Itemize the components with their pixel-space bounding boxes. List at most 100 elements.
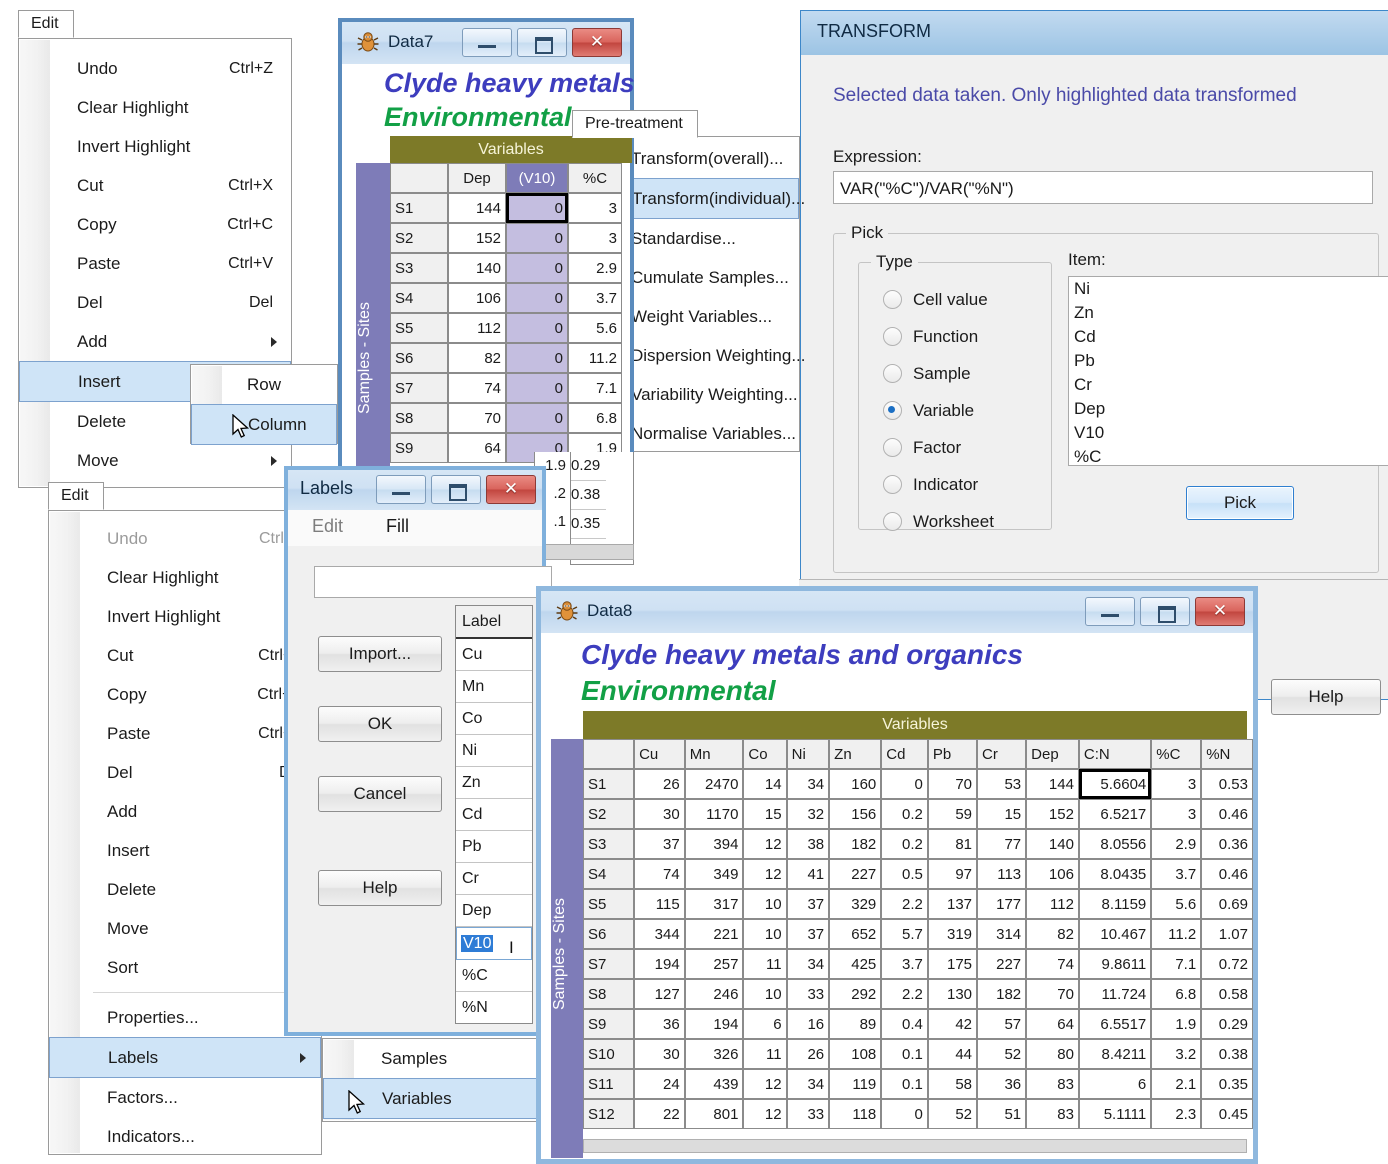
data8-cell[interactable]: 119 — [829, 1069, 882, 1099]
data8-col-c-n[interactable]: C:N — [1078, 739, 1152, 769]
data8-cell[interactable]: 0.35 — [1201, 1069, 1253, 1099]
data8-cell[interactable]: 8.1159 — [1078, 889, 1152, 919]
data8-row-label-s5[interactable]: S5 — [583, 889, 635, 919]
radio-cell-value[interactable]: Cell value — [883, 281, 1047, 318]
data8-cell[interactable]: 177 — [977, 889, 1027, 919]
radio-sample[interactable]: Sample — [883, 355, 1047, 392]
data8-cell[interactable]: 106 — [1026, 859, 1079, 889]
data8-cell[interactable]: 319 — [927, 919, 978, 949]
data8-cell[interactable]: 83 — [1026, 1099, 1079, 1129]
data8-cell[interactable]: 0.58 — [1201, 979, 1253, 1009]
item-zn[interactable]: Zn — [1069, 301, 1388, 325]
data7-cell[interactable]: 106 — [448, 283, 506, 313]
data8-cell[interactable]: 3.7 — [1151, 859, 1202, 889]
data7-cell[interactable]: 3 — [568, 193, 622, 223]
pick-button[interactable]: Pick — [1186, 486, 1294, 520]
data8-cell[interactable]: 329 — [829, 889, 882, 919]
edit-menu-2-tab[interactable]: Edit — [48, 482, 104, 510]
data8-cell[interactable]: 12 — [743, 859, 787, 889]
data8-hscrollbar[interactable] — [583, 1139, 1247, 1153]
data7-row-label-s1[interactable]: S1 — [390, 193, 448, 223]
data7-cell[interactable]: 3 — [568, 223, 622, 253]
menu2-item-clear-highlight[interactable]: Clear Highlight — [49, 558, 321, 597]
data8-cell[interactable]: 113 — [977, 859, 1027, 889]
labels-text-input[interactable] — [314, 566, 552, 598]
table-row[interactable]: S6 344 221 10 37 652 5.7 319 314 82 10.467 11.2 1.07 — [583, 919, 1253, 949]
data8-cell[interactable]: 7.1 — [1151, 949, 1202, 979]
data8-cell[interactable]: 38 — [786, 829, 830, 859]
data8-cell[interactable]: 6.5217 — [1078, 799, 1152, 829]
data8-cell[interactable]: 11.2 — [1151, 919, 1202, 949]
data8-cell[interactable]: 2.2 — [881, 889, 928, 919]
data7-tail-cell[interactable]: 0.35 — [571, 510, 607, 539]
submenu-item-row[interactable]: Row — [191, 365, 337, 404]
data8-cell[interactable]: 182 — [829, 829, 882, 859]
data8-cell[interactable]: 11 — [743, 1039, 787, 1069]
menu2-item-properties[interactable]: Properties... — [49, 998, 321, 1037]
table-row[interactable]: S1 26 2470 14 34 160 0 70 53 144 5.6604 3 0.53 — [583, 769, 1253, 799]
data7-row-label-s7[interactable]: S7 — [390, 373, 448, 403]
data7-cell[interactable]: 0 — [506, 253, 568, 283]
radio-function[interactable]: Function — [883, 318, 1047, 355]
menu2-item-delete[interactable]: Delete — [49, 870, 321, 909]
data8-cell[interactable]: 227 — [829, 859, 882, 889]
data8-cell[interactable]: 74 — [634, 859, 685, 889]
data7-cell[interactable]: 140 — [448, 253, 506, 283]
data8-cell[interactable]: 5.7 — [881, 919, 928, 949]
data7-cell[interactable]: 2.9 — [568, 253, 622, 283]
data8-cell[interactable]: 58 — [927, 1069, 978, 1099]
radio-variable[interactable]: Variable — [883, 392, 1047, 429]
data8-row-label-s3[interactable]: S3 — [583, 829, 635, 859]
item-listbox[interactable]: Ni Zn Cd Pb Cr Dep V10 %C %N — [1068, 276, 1388, 466]
data8-cell[interactable]: 81 — [927, 829, 978, 859]
menu2-item-sort[interactable]: Sort — [49, 948, 321, 987]
data8-cell[interactable]: 16 — [786, 1009, 830, 1039]
data8-cell[interactable]: 182 — [977, 979, 1027, 1009]
labels-list-item-editing[interactable]: V10 I — [456, 927, 532, 960]
data8-cell-selected[interactable]: 5.6604 — [1078, 769, 1152, 799]
menu2-item-indicators[interactable]: Indicators... — [49, 1117, 321, 1156]
table-row[interactable]: S7 194 257 11 34 425 3.7 175 227 74 9.8611 7.1 0.72 — [583, 949, 1253, 979]
data8-cell[interactable]: 160 — [829, 769, 882, 799]
data8-cell[interactable]: 53 — [977, 769, 1027, 799]
data8-cell[interactable]: 41 — [786, 859, 830, 889]
menu-item-paste[interactable]: Paste Ctrl+V — [19, 244, 291, 283]
labels-list[interactable]: Label Cu Mn Co Ni Zn Cd Pb Cr Dep V10 I … — [455, 605, 533, 1024]
data8-cell[interactable]: 1.9 — [1151, 1009, 1202, 1039]
data8-cell[interactable]: 57 — [977, 1009, 1027, 1039]
data8-cell[interactable]: 9.8611 — [1078, 949, 1152, 979]
data7-cell[interactable]: 5.6 — [568, 313, 622, 343]
data8-cell[interactable]: 30 — [634, 1039, 685, 1069]
data8-cell[interactable]: 0.1 — [881, 1039, 928, 1069]
data8-cell[interactable]: 0 — [881, 769, 928, 799]
data8-cell[interactable]: 0.72 — [1201, 949, 1253, 979]
table-row[interactable]: S7 74 0 7.1 — [390, 373, 622, 403]
data7-cell[interactable]: 64 — [448, 433, 506, 463]
table-row[interactable]: S6 82 0 11.2 — [390, 343, 622, 373]
pretreatment-menu-tab[interactable]: Pre-treatment — [572, 110, 698, 138]
data7-row-label-s5[interactable]: S5 — [390, 313, 448, 343]
table-row[interactable]: S12 22 801 12 33 118 0 52 51 83 5.1111 2.3 0.45 — [583, 1099, 1253, 1129]
data8-cell[interactable]: 52 — [927, 1099, 978, 1129]
data8-row-label-s1[interactable]: S1 — [583, 769, 635, 799]
data8-cell[interactable]: 6.5517 — [1078, 1009, 1152, 1039]
data8-cell[interactable]: 59 — [927, 799, 978, 829]
data8-row-label-s12[interactable]: S12 — [583, 1099, 635, 1129]
data8-cell[interactable]: 0.2 — [881, 799, 928, 829]
data8-row-label-s2[interactable]: S2 — [583, 799, 635, 829]
data8-cell[interactable]: 89 — [829, 1009, 882, 1039]
submenu-item-variables[interactable]: Variables — [323, 1078, 539, 1119]
data8-cell[interactable]: 83 — [1026, 1069, 1079, 1099]
data8-cell[interactable]: 6 — [743, 1009, 787, 1039]
data7-row-label-s2[interactable]: S2 — [390, 223, 448, 253]
data8-col--c[interactable]: %C — [1151, 739, 1202, 769]
data8-col-ni[interactable]: Ni — [786, 739, 830, 769]
menu2-item-move[interactable]: Move — [49, 909, 321, 948]
data8-cell[interactable]: 0.46 — [1201, 859, 1253, 889]
table-row[interactable]: S9 36 194 6 16 89 0.4 42 57 64 6.5517 1.9 0.29 — [583, 1009, 1253, 1039]
data8-cell[interactable]: 314 — [977, 919, 1027, 949]
data8-cell[interactable]: 0.38 — [1201, 1039, 1253, 1069]
data8-cell[interactable]: 0.4 — [881, 1009, 928, 1039]
data8-cell[interactable]: 8.4211 — [1078, 1039, 1152, 1069]
radio-factor[interactable]: Factor — [883, 429, 1047, 466]
